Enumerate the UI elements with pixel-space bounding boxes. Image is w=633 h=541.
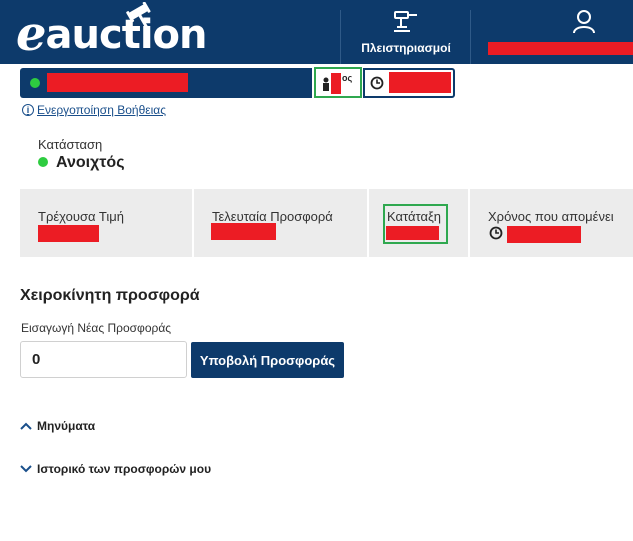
redacted-username: [488, 42, 633, 55]
manual-bid-title: Χειροκίνητη προσφορά: [20, 287, 200, 304]
clock-icon: [370, 76, 384, 90]
redacted-time-remaining: [389, 72, 451, 93]
gavel-icon: [394, 11, 417, 32]
top-header: e auction Πλειστηριασμοί: [0, 0, 633, 64]
stat-current-price: Τρέχουσα Τιμή: [20, 189, 192, 257]
redacted-last-bid: [211, 223, 276, 240]
submit-bid-button[interactable]: Υποβολή Προσφοράς: [191, 342, 344, 378]
current-price-label: Τρέχουσα Τιμή: [38, 209, 124, 224]
redacted-current-price: [38, 225, 99, 242]
new-bid-label: Εισαγωγή Νέας Προσφοράς: [21, 321, 172, 335]
chevron-down-icon: [20, 465, 32, 473]
clock-icon: [489, 226, 503, 240]
status-value: Ανοιχτός: [56, 154, 125, 171]
bid-history-label: Ιστορικό των προσφορών μου: [37, 462, 212, 476]
enable-help-label: Ενεργοποίηση Βοήθειας: [37, 103, 166, 117]
stat-last-bid: Τελευταία Προσφορά: [194, 189, 367, 257]
redacted-time-left: [507, 226, 581, 243]
status-dot-icon: [30, 78, 40, 88]
time-left-label: Χρόνος που απομένει: [488, 209, 614, 224]
info-icon: i: [22, 104, 34, 116]
user-icon: [573, 10, 595, 34]
messages-toggle[interactable]: Μηνύματα: [20, 419, 95, 433]
redacted-rank-number: [331, 73, 341, 94]
nav-separator: [340, 10, 341, 64]
stat-time-left: Χρόνος που απομένει: [470, 189, 633, 257]
enable-help-link[interactable]: i Ενεργοποίηση Βοήθειας: [22, 103, 166, 117]
redacted-auction-title: [47, 73, 188, 92]
new-bid-input[interactable]: [20, 341, 187, 378]
ranking-highlight-frame: [383, 204, 448, 244]
auction-id-bar: [20, 68, 312, 98]
logo-letter-e: e: [16, 6, 47, 62]
rank-badge: ος: [314, 67, 362, 98]
time-badge: [363, 68, 455, 98]
person-icon: [323, 77, 329, 91]
bid-history-toggle[interactable]: Ιστορικό των προσφορών μου: [20, 462, 211, 476]
nav-separator: [470, 10, 471, 64]
messages-label: Μηνύματα: [37, 419, 96, 433]
eauction-logo[interactable]: e auction: [16, 2, 208, 62]
chevron-up-icon: [20, 422, 32, 430]
nav-auctions-label: Πλειστηριασμοί: [361, 41, 451, 55]
logo-gavel-icon: [126, 2, 151, 28]
nav-auctions[interactable]: Πλειστηριασμοί: [342, 0, 470, 64]
status-open-dot-icon: [38, 157, 48, 167]
status-label: Κατάσταση: [38, 137, 103, 152]
nav-user-account[interactable]: [472, 0, 633, 64]
rank-suffix: ος: [342, 73, 353, 83]
last-bid-label: Τελευταία Προσφορά: [212, 209, 333, 224]
